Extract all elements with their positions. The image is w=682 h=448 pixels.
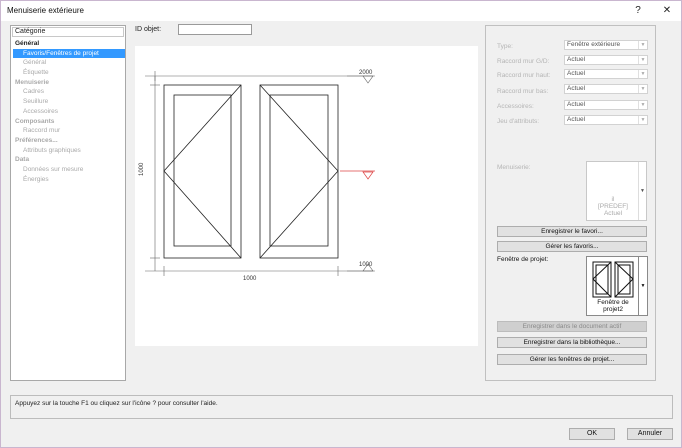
properties-panel: Type: Fenêtre extérieure ▼ Raccord mur G/… xyxy=(485,25,656,381)
dialog-title: Menuiserie extérieure xyxy=(7,6,84,15)
wall-lr-value: Actuel xyxy=(567,56,586,63)
attribute-set-value: Actuel xyxy=(567,116,586,123)
dim-left-label: 1000 xyxy=(139,162,145,176)
chevron-down-icon: ▼ xyxy=(638,116,647,124)
type-select[interactable]: Fenêtre extérieure ▼ xyxy=(564,40,648,50)
prop-label-wall-top: Raccord mur haut: xyxy=(497,72,551,79)
chevron-down-icon: ▼ xyxy=(638,85,647,93)
wall-bottom-value: Actuel xyxy=(567,85,586,92)
category-item[interactable]: Général xyxy=(13,58,125,68)
type-value: Fenêtre extérieure xyxy=(567,41,621,48)
favorites-picker[interactable]: il [PREDEF] Actuel ▼ xyxy=(586,161,647,221)
title-bar: Menuiserie extérieure ? ✕ xyxy=(1,1,681,21)
category-group[interactable]: Data xyxy=(13,155,125,165)
category-header[interactable]: Catégorie xyxy=(12,27,124,37)
chevron-down-icon: ▼ xyxy=(638,70,647,78)
object-id-input[interactable] xyxy=(178,24,252,35)
prop-label-wall-lr: Raccord mur G/D: xyxy=(497,58,550,65)
category-item[interactable]: Seuillure xyxy=(13,97,125,107)
prop-label-wall-bottom: Raccord mur bas: xyxy=(497,88,549,95)
object-id-label: ID objet: xyxy=(135,26,162,33)
save-in-library-button[interactable]: Enregistrer dans la bibliothèque... xyxy=(497,337,647,348)
left-sash-opening-lines xyxy=(163,84,242,259)
save-in-document-button[interactable]: Enregistrer dans le document actif xyxy=(497,321,647,332)
chevron-down-icon: ▼ xyxy=(638,56,647,64)
close-icon[interactable]: ✕ xyxy=(659,4,675,18)
category-group[interactable]: Composants xyxy=(13,117,125,127)
wall-bottom-select[interactable]: Actuel ▼ xyxy=(564,84,648,94)
project-window-caption-2: projet2 xyxy=(603,306,623,313)
help-button[interactable]: ? xyxy=(630,4,646,18)
manage-favorites-button[interactable]: Gérer les favoris... xyxy=(497,241,647,252)
category-item[interactable]: Cadres xyxy=(13,87,125,97)
category-tree: Général Favoris/Fenêtres de projet Général… xyxy=(13,39,125,184)
project-window-picker[interactable]: Fenêtre de projet2 ▼ xyxy=(586,256,648,316)
help-text: Appuyez sur la touche F1 ou cliquez sur … xyxy=(15,400,218,407)
accessories-select[interactable]: Actuel ▼ xyxy=(564,100,648,110)
category-item[interactable]: Accessoires xyxy=(13,107,125,117)
category-item[interactable]: Étiquette xyxy=(13,68,125,78)
window-thumbnail-icon xyxy=(592,261,634,298)
accessories-value: Actuel xyxy=(567,101,586,108)
category-item[interactable]: Raccord mur xyxy=(13,126,125,136)
save-favorite-button[interactable]: Enregistrer le favori... xyxy=(497,226,647,237)
cancel-button[interactable]: Annuler xyxy=(627,428,673,440)
chevron-down-icon: ▼ xyxy=(638,101,647,109)
favorites-label: Menuiserie: xyxy=(497,164,531,171)
category-item[interactable]: Énergies xyxy=(13,175,125,185)
attribute-set-select[interactable]: Actuel ▼ xyxy=(564,115,648,125)
category-item[interactable]: Données sur mesure xyxy=(13,165,125,175)
ok-button[interactable]: OK xyxy=(569,428,615,440)
category-group[interactable]: Menuiserie xyxy=(13,78,125,88)
prop-label-attribute-set: Jeu d'attributs: xyxy=(497,118,540,125)
dim-top-label: 2000 xyxy=(359,70,373,76)
left-sash-inner xyxy=(173,94,232,247)
chevron-down-icon[interactable]: ▼ xyxy=(638,257,647,315)
manage-project-windows-button[interactable]: Gérer les fenêtres de projet... xyxy=(497,354,647,365)
prop-label-type: Type: xyxy=(497,43,513,50)
category-panel: Catégorie Général Favoris/Fenêtres de pro… xyxy=(10,25,126,381)
wall-lr-select[interactable]: Actuel ▼ xyxy=(564,55,648,65)
category-group[interactable]: Général xyxy=(13,39,125,49)
right-sash-inner xyxy=(269,94,329,247)
project-window-label: Fenêtre de projet: xyxy=(497,256,549,263)
dim-right-bottom-label: 1000 xyxy=(359,262,373,268)
chevron-down-icon: ▼ xyxy=(638,41,647,49)
right-sash-outer xyxy=(259,84,339,259)
wall-top-select[interactable]: Actuel ▼ xyxy=(564,69,648,79)
left-sash-outer xyxy=(163,84,242,259)
dim-bottom-label: 1000 xyxy=(243,276,257,282)
category-item[interactable]: Attributs graphiques xyxy=(13,146,125,156)
dialog-window: Menuiserie extérieure ? ✕ Catégorie Géné… xyxy=(0,0,682,448)
window-preview: 2000 1000 1000 1000 xyxy=(135,46,478,346)
prop-label-accessories: Accessoires: xyxy=(497,103,534,110)
category-item[interactable]: Favoris/Fenêtres de projet xyxy=(13,48,125,59)
favorite-line-3: Actuel xyxy=(603,210,623,217)
sill-level-marker xyxy=(362,171,374,180)
chevron-down-icon[interactable]: ▼ xyxy=(638,162,646,220)
right-sash-opening-lines xyxy=(259,84,339,259)
category-group[interactable]: Préférences... xyxy=(13,136,125,146)
wall-top-value: Actuel xyxy=(567,70,586,77)
help-bar: Appuyez sur la touche F1 ou cliquez sur … xyxy=(10,395,673,419)
